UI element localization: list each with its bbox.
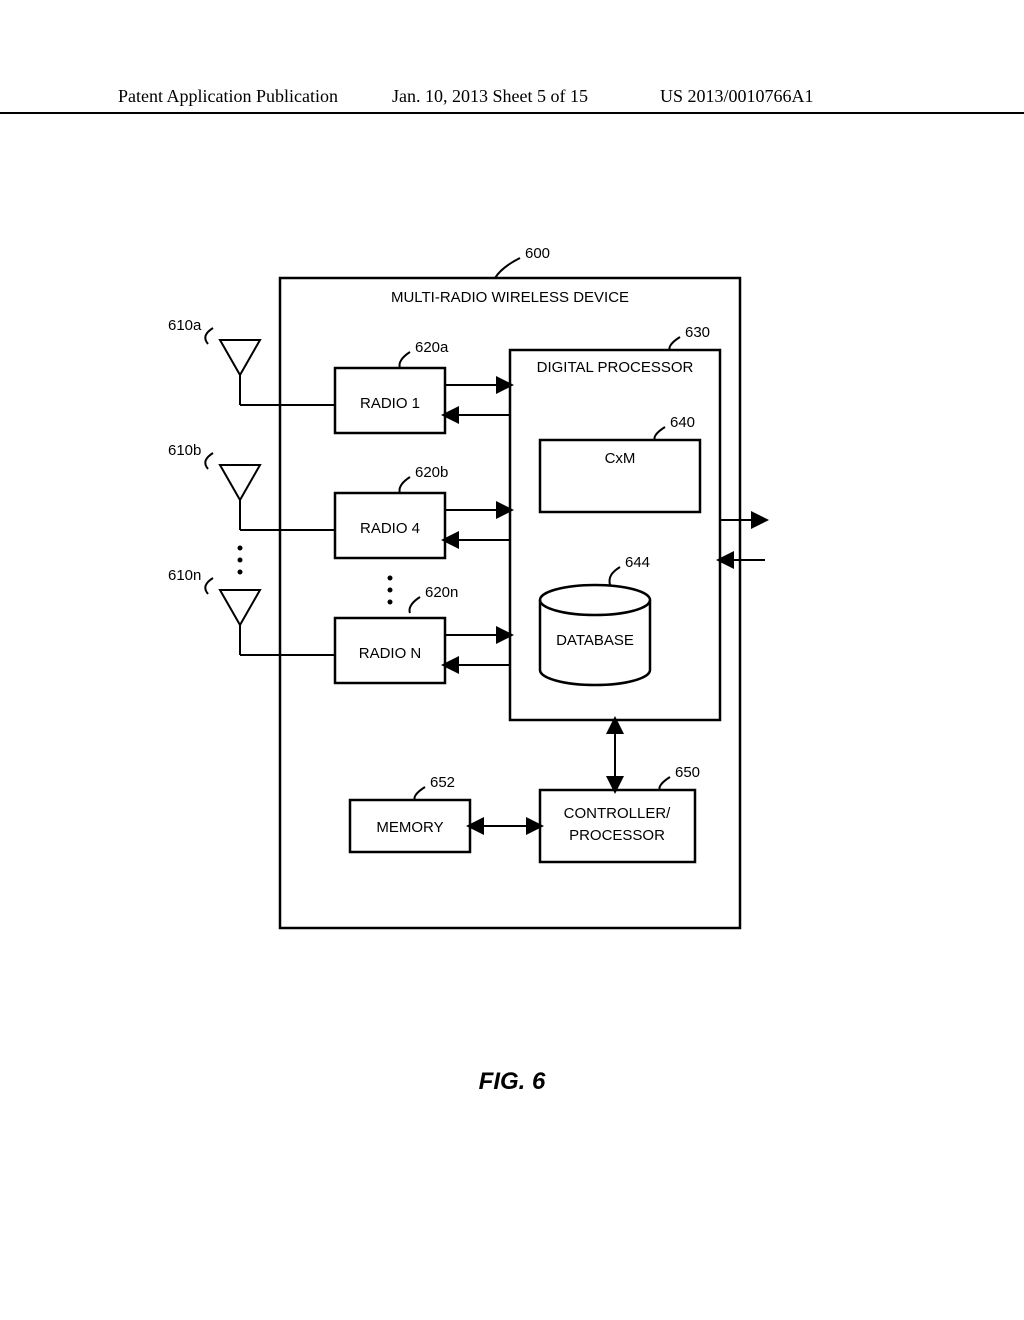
radio-4-label: RADIO 4 <box>360 520 420 537</box>
device-title: MULTI-RADIO WIRELESS DEVICE <box>391 289 629 306</box>
ref-620b: 620b <box>415 464 448 481</box>
database-label: DATABASE <box>556 632 634 649</box>
ref-630: 630 <box>685 324 710 341</box>
ref-620n: 620n <box>425 584 458 601</box>
digital-processor-box <box>510 350 720 720</box>
ref-644: 644 <box>625 554 650 571</box>
antenna-b: 610b <box>168 442 260 530</box>
controller-line2: PROCESSOR <box>569 827 665 844</box>
ref-650: 650 <box>675 764 700 781</box>
header-center: Jan. 10, 2013 Sheet 5 of 15 <box>392 86 588 107</box>
header-left: Patent Application Publication <box>118 86 338 107</box>
memory-label: MEMORY <box>376 819 443 836</box>
patent-figure-page: Patent Application Publication Jan. 10, … <box>0 0 1024 1320</box>
ref-610b: 610b <box>168 442 201 459</box>
ref-610n: 610n <box>168 567 201 584</box>
radio-n-label: RADIO N <box>359 645 422 662</box>
digital-processor-label: DIGITAL PROCESSOR <box>537 359 694 376</box>
figure-6-diagram: MULTI-RADIO WIRELESS DEVICE 600 610a 610… <box>160 230 860 1030</box>
antenna-ellipsis <box>238 546 243 575</box>
radio-ellipsis <box>388 576 393 605</box>
ref-610a: 610a <box>168 317 202 334</box>
header-rule <box>0 112 1024 114</box>
ref-640: 640 <box>670 414 695 431</box>
ref-652: 652 <box>430 774 455 791</box>
radio-1-label: RADIO 1 <box>360 395 420 412</box>
antenna-n: 610n <box>168 567 260 655</box>
controller-line1: CONTROLLER/ <box>564 805 672 822</box>
database-icon: DATABASE <box>540 585 650 685</box>
cxm-label: CxM <box>605 450 636 467</box>
figure-caption: FIG. 6 <box>0 1068 1024 1096</box>
ref-620a: 620a <box>415 339 449 356</box>
header-right: US 2013/0010766A1 <box>660 86 814 107</box>
ref-600: 600 <box>525 245 550 262</box>
controller-box <box>540 790 695 862</box>
page-header: Patent Application Publication Jan. 10, … <box>0 86 1024 106</box>
antenna-a: 610a <box>168 317 260 405</box>
